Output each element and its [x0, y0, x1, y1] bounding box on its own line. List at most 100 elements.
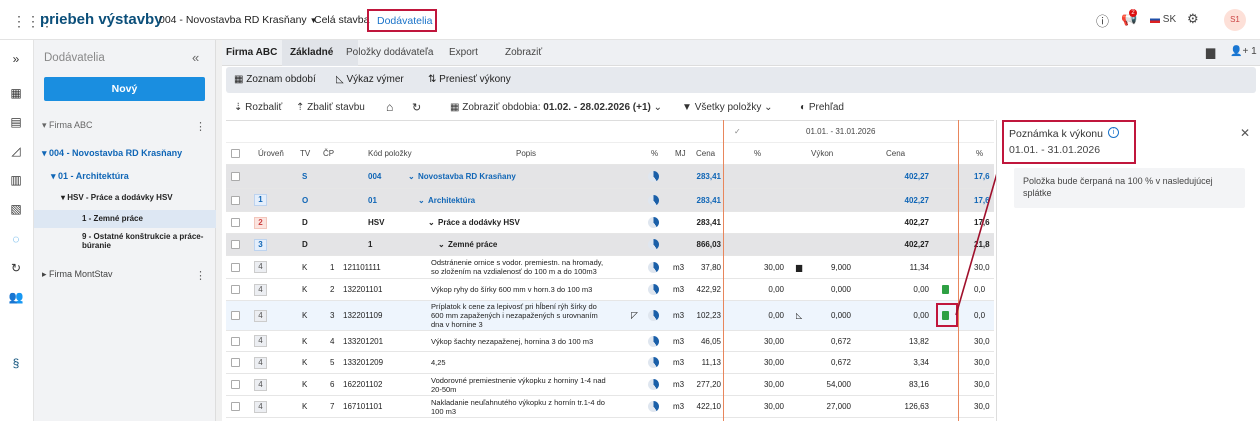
construction-progress-icon[interactable]: ◌ [8, 232, 24, 246]
project-selector[interactable]: 004 - Novostavba RD Krasňany ▼ [159, 14, 318, 26]
tree-item-earthworks[interactable]: 1 - Zemné práce [34, 210, 216, 228]
tree-item-architecture[interactable]: ▾ 01 - Architektúra [34, 171, 216, 185]
tree-item-project[interactable]: ▾ 004 - Novostavba RD Krasňany [34, 148, 216, 162]
refresh-cycle-icon[interactable]: ↻ [8, 261, 24, 275]
table-row[interactable]: 4 K 3 132201109 Príplatok k cene za lepivosť… [226, 301, 994, 331]
period-percent-cell[interactable] [748, 165, 784, 188]
home-icon[interactable]: ⌂ [386, 100, 393, 114]
table-row[interactable]: 2 D HSV ⌄ Práce a dodávky HSV 283,41 402,27 17,… [226, 212, 994, 234]
comment-icon[interactable]: ▆ [796, 256, 802, 278]
period-percent-cell[interactable]: 30,00 [748, 396, 784, 417]
collapse-sidebar-icon[interactable]: « [192, 50, 199, 65]
tab-supplier-items[interactable]: Položky dodávateľa [346, 47, 433, 58]
table-row[interactable]: 4 K 4 133201201 Výkop šachty nezapaženej, ho… [226, 331, 994, 352]
period-percent-cell[interactable]: 30,00 [748, 352, 784, 373]
period-percent-cell[interactable]: 30,00 [748, 331, 784, 351]
help-icon[interactable]: ⓘ [1096, 11, 1109, 30]
row-checkbox[interactable] [231, 358, 240, 367]
expand-menu-icon[interactable]: » [8, 52, 24, 66]
period-percent-cell[interactable]: 0,00 [748, 301, 784, 330]
brand-logo[interactable]: priebeh výstavby [40, 11, 163, 28]
nav-suppliers[interactable]: Dodávatelia [367, 9, 437, 32]
overview-button[interactable]: ◐ Prehľad [800, 102, 844, 113]
table-row[interactable]: 4 K 5 133201209 4,25 m3 11,13 30,00 0,672 3,34 30,… [226, 352, 994, 374]
row-select[interactable] [231, 331, 240, 351]
items-filter[interactable]: ▼ Všetky položky ⌄ [682, 102, 773, 113]
table-row[interactable]: 4 K 6 162201102 Vodorovné premiestnenie výko… [226, 374, 994, 396]
collapse-building-button[interactable]: ⇡ Zbaliť stavbu [296, 102, 365, 113]
header-select-all[interactable] [231, 143, 240, 164]
row-checkbox[interactable] [231, 311, 240, 320]
period-percent-cell[interactable]: 0,00 [748, 279, 784, 300]
table-row[interactable]: 3 D 1 ⌄ Zemné práce 866,03 402,27 21,8 [226, 234, 994, 256]
row-checkbox[interactable] [231, 172, 240, 181]
row-select[interactable] [231, 279, 240, 300]
tree-item-hsv[interactable]: ▾ HSV - Práce a dodávky HSV [34, 193, 216, 207]
table-row[interactable]: 1 O 01 ⌄ Architektúra 283,41 402,27 17,6 [226, 189, 994, 212]
row-checkbox[interactable] [231, 402, 240, 411]
tree-item-other-constructions[interactable]: 9 - Ostatné konštrukcie a práce-búranie [34, 232, 216, 252]
performance-cell[interactable] [816, 165, 851, 188]
document-icon[interactable]: ▤ [8, 115, 24, 129]
table-row[interactable]: 4 K 2 132201101 Výkop ryhy do šírky 600 mm v… [226, 279, 994, 301]
table-icon[interactable]: ▥ [8, 173, 24, 187]
performance-cell[interactable]: 0,672 [816, 352, 851, 373]
tab-show[interactable]: Zobraziť [505, 47, 542, 58]
users-icon[interactable]: 👥 [8, 290, 24, 304]
performance-cell[interactable]: 0,000 [816, 301, 851, 330]
info-icon[interactable]: i [1108, 127, 1119, 138]
row-checkbox[interactable] [231, 262, 240, 272]
close-icon[interactable]: ✕ [1240, 126, 1250, 140]
language-selector[interactable]: SK [1150, 14, 1176, 25]
row-select[interactable] [231, 234, 240, 255]
more-options-icon[interactable]: ⋮ [195, 269, 206, 282]
performance-cell[interactable]: 9,000 [816, 256, 851, 278]
performance-cell[interactable]: 0,672 [816, 331, 851, 351]
performance-cell[interactable] [816, 212, 851, 233]
period-percent-cell[interactable] [748, 212, 784, 233]
dashboard-icon[interactable]: ▦ [8, 86, 24, 100]
transfer-performance-button[interactable]: ⇅ Preniesť výkony [428, 74, 511, 85]
row-select[interactable] [231, 301, 240, 330]
chevron-down-icon[interactable]: ⌄ [428, 212, 435, 233]
row-select[interactable] [231, 374, 240, 395]
row-select[interactable] [231, 189, 240, 211]
user-avatar[interactable]: S1 [1224, 9, 1246, 31]
periods-list-button[interactable]: ▦ Zoznam období [234, 74, 316, 85]
row-checkbox[interactable] [231, 380, 240, 389]
period-percent-cell[interactable]: 30,00 [748, 256, 784, 278]
refresh-icon[interactable]: ↻ [412, 101, 421, 114]
note-corner-icon[interactable]: ◸ [631, 301, 638, 330]
period-percent-cell[interactable]: 30,00 [748, 374, 784, 395]
row-select[interactable] [231, 165, 240, 188]
row-checkbox[interactable] [231, 285, 240, 294]
tab-basic[interactable]: Základné [290, 47, 333, 58]
settings-gear-icon[interactable]: ⚙ [1187, 11, 1199, 27]
quantity-report-button[interactable]: ◺ Výkaz výmer [336, 74, 404, 85]
nav-whole-construction[interactable]: Celá stavba [314, 14, 369, 26]
row-checkbox[interactable] [231, 240, 240, 249]
row-select[interactable] [231, 212, 240, 233]
follow-users-button[interactable]: 👤+ 1 [1230, 46, 1257, 57]
comment-icon[interactable]: ▆ [1206, 45, 1215, 59]
tree-item-firma-abc[interactable]: ▾ Firma ABC ⋮ [34, 120, 216, 134]
row-checkbox[interactable] [231, 218, 240, 227]
performance-cell[interactable]: 27,000 [816, 396, 851, 417]
tab-export[interactable]: Export [449, 47, 478, 58]
ruler-icon[interactable]: ◿ [8, 144, 24, 158]
row-checkbox[interactable] [231, 195, 240, 205]
row-checkbox[interactable] [231, 336, 240, 346]
row-select[interactable] [231, 396, 240, 417]
more-options-icon[interactable]: ⋮ [195, 120, 206, 133]
period-percent-cell[interactable] [748, 234, 784, 255]
chevron-down-icon[interactable]: ⌄ [438, 234, 445, 255]
row-select[interactable] [231, 352, 240, 373]
table-row[interactable]: 4 K 1 121101111 Odstránenie ornice s vodor. … [226, 256, 994, 279]
note-text[interactable]: Položka bude čerpaná na 100 % v nasleduj… [1014, 168, 1245, 208]
table-row[interactable]: S 004 ⌄ Novostavba RD Krasňany 283,41 402,27 1… [226, 165, 994, 189]
tree-item-firma-montstav[interactable]: ▸ Firma MontStav ⋮ [34, 269, 216, 283]
row-select[interactable] [231, 256, 240, 278]
performance-cell[interactable] [816, 234, 851, 255]
period-selector[interactable]: ▦ Zobraziť obdobia: 01.02. - 28.02.2026 … [450, 102, 662, 113]
select-all-checkbox[interactable] [231, 149, 240, 158]
